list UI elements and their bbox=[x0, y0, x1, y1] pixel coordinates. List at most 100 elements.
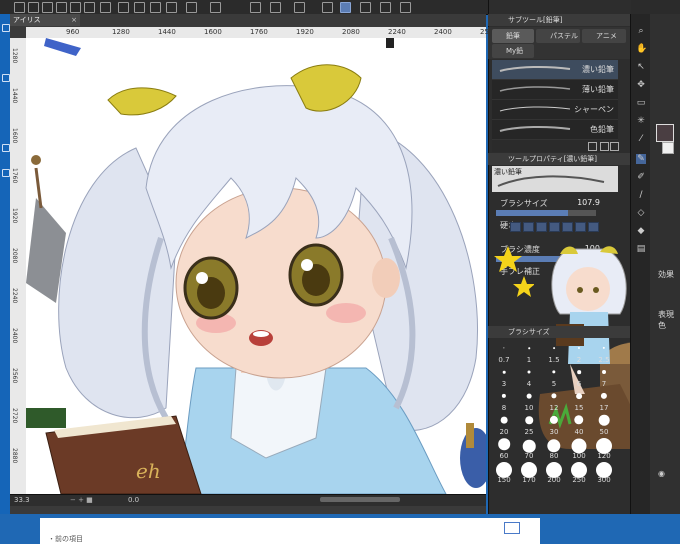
brush-size-cell[interactable]: 2 bbox=[567, 342, 591, 364]
eye-icon[interactable]: ◉ bbox=[658, 469, 665, 478]
gradient-tool-icon[interactable]: ▤ bbox=[636, 244, 646, 254]
selection-icon[interactable] bbox=[150, 2, 161, 13]
brush-size-cell[interactable]: 3 bbox=[492, 366, 516, 388]
brush-size-cell[interactable]: 5 bbox=[542, 366, 566, 388]
brush-size-cell[interactable]: 7 bbox=[592, 366, 616, 388]
brush-size-cell[interactable]: 60 bbox=[492, 438, 516, 460]
new-file-icon[interactable] bbox=[14, 2, 25, 13]
eyedropper-icon[interactable]: ⁄ bbox=[636, 134, 646, 144]
brush-size-cell[interactable]: 17 bbox=[592, 390, 616, 412]
hardness-selector[interactable] bbox=[510, 222, 606, 232]
canvas-tab[interactable]: アイリス × bbox=[10, 14, 80, 26]
brush-size-cell[interactable]: 20 bbox=[492, 414, 516, 436]
tab-anime[interactable]: アニメ bbox=[582, 29, 626, 43]
brush-size-cell[interactable]: 15 bbox=[567, 390, 591, 412]
brush-size-cell[interactable]: 40 bbox=[567, 414, 591, 436]
move-tool-icon[interactable]: ✥ bbox=[636, 80, 646, 90]
tab-pencil[interactable]: 鉛筆 bbox=[492, 29, 534, 43]
hand-tool-icon[interactable]: ✋ bbox=[636, 44, 647, 54]
undo-icon[interactable] bbox=[56, 2, 67, 13]
delete-icon[interactable] bbox=[100, 2, 111, 13]
color-icon[interactable] bbox=[294, 2, 305, 13]
brush-size-cell[interactable]: 50 bbox=[592, 414, 616, 436]
window-icon[interactable] bbox=[2, 24, 10, 32]
brush-size-cell[interactable]: 300 bbox=[592, 462, 616, 484]
tab-pastel[interactable]: パステル bbox=[536, 29, 580, 43]
help-icon[interactable] bbox=[400, 2, 411, 13]
brush-size-cell[interactable]: 100 bbox=[567, 438, 591, 460]
brush-size-row[interactable]: ブラシサイズ 107.9 bbox=[496, 196, 616, 210]
tab-my-pencil[interactable]: My鉛 bbox=[492, 44, 534, 58]
fill-icon[interactable] bbox=[118, 2, 129, 13]
clear-icon[interactable] bbox=[84, 2, 95, 13]
display-color-label: 表現色 bbox=[658, 310, 674, 330]
brush-size-cell[interactable]: 0.7 bbox=[492, 342, 516, 364]
pointer-tool-icon[interactable]: ↖ bbox=[636, 62, 646, 72]
brush-tool-icon[interactable]: ∕ bbox=[636, 190, 646, 200]
brush-size-slider[interactable] bbox=[496, 210, 596, 216]
page-icon[interactable] bbox=[504, 522, 520, 534]
brush-size-cell[interactable]: 120 bbox=[592, 438, 616, 460]
select-tool-icon[interactable]: ▭ bbox=[636, 98, 646, 108]
brush-size-cell[interactable]: 1.5 bbox=[542, 342, 566, 364]
trash-icon[interactable] bbox=[610, 142, 619, 151]
brush-size-cell[interactable]: 170 bbox=[517, 462, 541, 484]
save-icon[interactable] bbox=[42, 2, 53, 13]
pen-tool-icon[interactable]: ✎ bbox=[636, 154, 646, 164]
snap-icon[interactable] bbox=[210, 2, 221, 13]
window-icon[interactable] bbox=[2, 74, 10, 82]
brush-size-cell[interactable]: 1 bbox=[517, 342, 541, 364]
add-icon[interactable] bbox=[588, 142, 597, 151]
zoom-tool-icon[interactable]: ⌕ bbox=[636, 26, 646, 36]
zoom-controls[interactable]: − + ■ bbox=[70, 495, 93, 506]
sub-color-swatch[interactable] bbox=[662, 142, 674, 154]
pencil-tool-icon[interactable]: ✐ bbox=[636, 172, 646, 182]
brush-item[interactable]: シャーペン bbox=[492, 100, 618, 120]
brush-size-label: 170 bbox=[522, 476, 536, 484]
copy-icon[interactable] bbox=[600, 142, 609, 151]
brush-size-cell[interactable]: 80 bbox=[542, 438, 566, 460]
deselect-icon[interactable] bbox=[166, 2, 177, 13]
zoom-value[interactable]: 33.3 bbox=[14, 495, 30, 506]
drawing-canvas[interactable]: eh bbox=[26, 38, 486, 494]
brush-size-label: 3 bbox=[501, 380, 507, 388]
rotation-value[interactable]: 0.0 bbox=[128, 495, 139, 506]
brush-size-cell[interactable]: 70 bbox=[517, 438, 541, 460]
brush-size-label: 17 bbox=[599, 404, 609, 412]
brush-size-cell[interactable]: 30 bbox=[542, 414, 566, 436]
brush-item[interactable]: 薄い鉛筆 bbox=[492, 80, 618, 100]
stamp-icon[interactable] bbox=[360, 2, 371, 13]
brush-size-cell[interactable]: 2.5 bbox=[592, 342, 616, 364]
brush-size-cell[interactable]: 200 bbox=[542, 462, 566, 484]
grid-icon[interactable] bbox=[270, 2, 281, 13]
eraser-tool-icon[interactable]: ◇ bbox=[636, 208, 646, 218]
brush-item[interactable]: 色鉛筆 bbox=[492, 120, 618, 140]
brush-size-label: 60 bbox=[499, 452, 509, 460]
redo-icon[interactable] bbox=[70, 2, 81, 13]
window-icon[interactable] bbox=[2, 144, 10, 152]
horizontal-scrollbar[interactable] bbox=[320, 497, 400, 502]
brush-size-cell[interactable]: 4 bbox=[517, 366, 541, 388]
layer-icon[interactable] bbox=[380, 2, 391, 13]
main-color-swatch[interactable] bbox=[656, 124, 674, 142]
wand-tool-icon[interactable]: ✳ bbox=[636, 116, 646, 126]
ruler-tick-label: 2720 bbox=[11, 408, 18, 424]
brush-size-cell[interactable]: 8 bbox=[492, 390, 516, 412]
fill-tool-icon[interactable]: ◆ bbox=[636, 226, 646, 236]
brush-size-cell[interactable]: 10 bbox=[517, 390, 541, 412]
checkbox-icon[interactable] bbox=[322, 2, 333, 13]
ruler-icon[interactable] bbox=[250, 2, 261, 13]
prev-item-link[interactable]: ・前の項目 bbox=[48, 534, 83, 544]
window-icon[interactable] bbox=[2, 169, 10, 177]
transform-icon[interactable] bbox=[134, 2, 145, 13]
brush-size-cell[interactable]: 150 bbox=[492, 462, 516, 484]
brush-size-cell[interactable]: 6 bbox=[567, 366, 591, 388]
brush-item[interactable]: 濃い鉛筆 bbox=[492, 60, 618, 80]
brush-size-cell[interactable]: 12 bbox=[542, 390, 566, 412]
open-icon[interactable] bbox=[28, 2, 39, 13]
brush-size-cell[interactable]: 250 bbox=[567, 462, 591, 484]
pen-pressure-icon[interactable] bbox=[340, 2, 351, 13]
invert-icon[interactable] bbox=[186, 2, 197, 13]
brush-size-cell[interactable]: 25 bbox=[517, 414, 541, 436]
close-icon[interactable]: × bbox=[71, 14, 77, 26]
